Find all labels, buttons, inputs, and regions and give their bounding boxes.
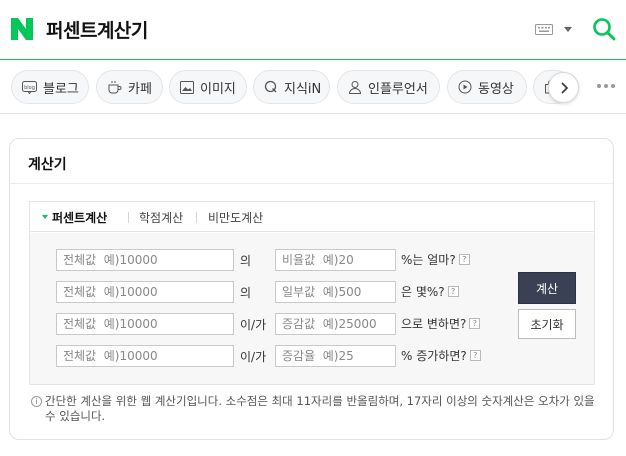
connector-label: 의 [240, 286, 252, 300]
cafe-cup-icon [108, 81, 122, 94]
tab-image[interactable]: 이미지 [169, 70, 247, 104]
calculator-box: 퍼센트계산 학점계산 비만도계산 의 %는 얼마? ? 의 은 몇%? ? [29, 201, 595, 385]
chevron-down-icon[interactable] [564, 27, 572, 32]
info-icon: i [31, 396, 42, 407]
tab-video[interactable]: 동영상 [447, 70, 527, 104]
notice-text: 간단한 계산을 위한 웹 계산기입니다. 소수점은 최대 11자리를 반올림하며… [45, 394, 595, 423]
subtab-bmi[interactable]: 비만도계산 [208, 209, 263, 226]
divider [10, 183, 613, 184]
ratio-value-input[interactable] [275, 249, 396, 271]
percent-form: 의 %는 얼마? ? 의 은 몇%? ? 이/가 으로 변하면? ? [30, 233, 594, 384]
more-horizontal-icon[interactable] [597, 84, 615, 88]
calculate-button[interactable]: 계산 [518, 272, 576, 304]
keyboard-icon[interactable] [535, 24, 553, 35]
total-value-input[interactable] [56, 281, 234, 303]
tab-label: 블로그 [43, 81, 79, 97]
tab-label: 이미지 [200, 81, 236, 97]
row-suffix: % 증가하면? ? [401, 347, 481, 364]
help-icon[interactable]: ? [469, 318, 481, 329]
suffix-label: % 증가하면? [401, 349, 467, 363]
svg-text:blog: blog [24, 85, 35, 91]
total-value-input[interactable] [56, 249, 234, 271]
card-title: 계산기 [28, 157, 67, 173]
tab-label: 카페 [128, 81, 152, 97]
row-suffix: %는 얼마? ? [401, 251, 470, 268]
connector-label: 이/가 [240, 350, 267, 364]
partial-value-input[interactable] [275, 281, 396, 303]
chevron-right-icon [560, 81, 568, 94]
tab-label: 지식iN [284, 81, 322, 97]
changed-value-input[interactable] [275, 313, 396, 335]
tab-cafe[interactable]: 카페 [96, 70, 163, 104]
search-tabs: blog 블로그 카페 이미지 지식iN 인플루언서 동영상 [0, 60, 626, 114]
help-icon[interactable]: ? [447, 286, 459, 297]
tab-label: 인플루언서 [368, 81, 428, 97]
subtab-grade[interactable]: 학점계산 [139, 209, 183, 226]
total-value-input[interactable] [56, 313, 234, 335]
connector-label: 의 [240, 254, 252, 268]
blog-icon: blog [22, 80, 37, 94]
reset-button[interactable]: 초기화 [518, 309, 576, 339]
suffix-label: 은 몇%? [401, 285, 445, 299]
connector-label: 이/가 [240, 318, 267, 332]
person-icon [348, 81, 362, 94]
tabs-next-button[interactable] [548, 72, 579, 103]
change-rate-input[interactable] [275, 345, 396, 367]
knowledge-q-icon [264, 80, 277, 93]
subtab-percent[interactable]: 퍼센트계산 [52, 209, 107, 226]
search-header: 퍼센트계산기 [0, 0, 626, 60]
image-icon [180, 80, 194, 94]
row-suffix: 으로 변하면? ? [401, 315, 481, 332]
help-icon[interactable]: ? [469, 350, 481, 361]
suffix-label: 으로 변하면? [401, 317, 467, 331]
tab-label: 동영상 [478, 81, 514, 97]
search-icon[interactable] [592, 17, 616, 41]
suffix-label: %는 얼마? [401, 253, 456, 267]
divider [128, 212, 129, 223]
help-icon[interactable]: ? [458, 254, 470, 265]
naver-logo-icon[interactable] [11, 18, 33, 40]
tab-blog[interactable]: blog 블로그 [11, 70, 89, 104]
play-circle-icon [458, 80, 472, 94]
caret-down-icon [42, 215, 48, 219]
search-query[interactable]: 퍼센트계산기 [46, 16, 148, 43]
divider [196, 212, 197, 223]
total-value-input[interactable] [56, 345, 234, 367]
calculator-card: 계산기 퍼센트계산 학점계산 비만도계산 의 %는 얼마? ? 의 은 몇% [9, 138, 614, 440]
tab-knowledge-in[interactable]: 지식iN [253, 70, 330, 104]
notice: i 간단한 계산을 위한 웹 계산기입니다. 소수점은 최대 11자리를 반올림… [31, 394, 601, 424]
row-suffix: 은 몇%? ? [401, 283, 459, 300]
tab-influencer[interactable]: 인플루언서 [337, 70, 440, 104]
calculator-subtabs: 퍼센트계산 학점계산 비만도계산 [30, 202, 594, 232]
